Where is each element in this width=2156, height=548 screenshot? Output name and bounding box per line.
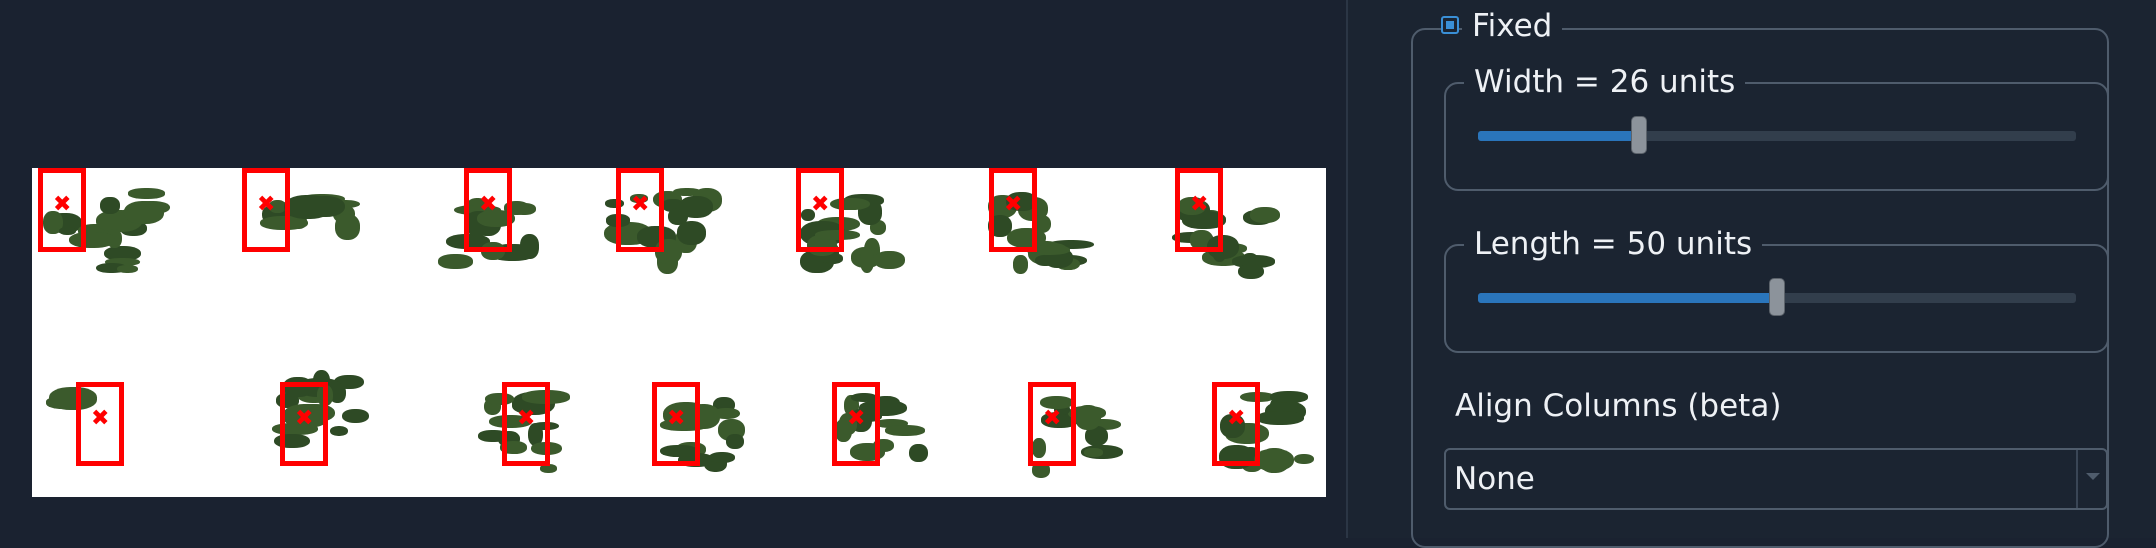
length-label: Length = 50 units — [1464, 226, 1763, 262]
center-marker-icon: ✖ — [91, 406, 110, 431]
align-columns-value: None — [1454, 461, 1535, 497]
center-marker-icon: ✖ — [631, 192, 650, 217]
center-marker-icon: ✖ — [1227, 406, 1246, 431]
center-marker-icon: ✖ — [479, 192, 498, 217]
center-marker-icon: ✖ — [1004, 192, 1023, 217]
length-slider-handle[interactable] — [1769, 278, 1785, 316]
align-columns-select[interactable]: None — [1444, 448, 2108, 510]
align-columns-label: Align Columns (beta) — [1455, 388, 1782, 424]
center-marker-icon: ✖ — [667, 406, 686, 431]
length-slider[interactable] — [1478, 278, 2076, 316]
center-marker-icon: ✖ — [257, 192, 276, 217]
width-slider-fill — [1478, 131, 1640, 141]
dropdown-separator — [2076, 450, 2078, 508]
vegetation-patch — [46, 387, 97, 410]
width-slider-handle[interactable] — [1631, 116, 1648, 154]
width-label: Width = 26 units — [1464, 64, 1746, 100]
fixed-label: Fixed — [1462, 8, 1563, 44]
width-slider[interactable] — [1478, 116, 2076, 154]
center-marker-icon: ✖ — [517, 406, 536, 431]
center-marker-icon: ✖ — [295, 406, 314, 431]
center-marker-icon: ✖ — [811, 192, 830, 217]
chevron-down-icon[interactable] — [2086, 473, 2100, 480]
field-plot-image: ✖ ✖ ✖ ✖ ✖ ✖ ✖ ✖ ✖ ✖ ✖ ✖ ✖ ✖ — [32, 168, 1326, 497]
center-marker-icon: ✖ — [847, 406, 866, 431]
center-marker-icon: ✖ — [1190, 192, 1209, 217]
center-marker-icon: ✖ — [1043, 406, 1062, 431]
image-viewer: ✖ ✖ ✖ ✖ ✖ ✖ ✖ ✖ ✖ ✖ ✖ ✖ ✖ ✖ — [0, 0, 1346, 538]
length-slider-fill — [1478, 293, 1777, 303]
fixed-checkbox[interactable] — [1441, 16, 1459, 34]
center-marker-icon: ✖ — [53, 192, 72, 217]
